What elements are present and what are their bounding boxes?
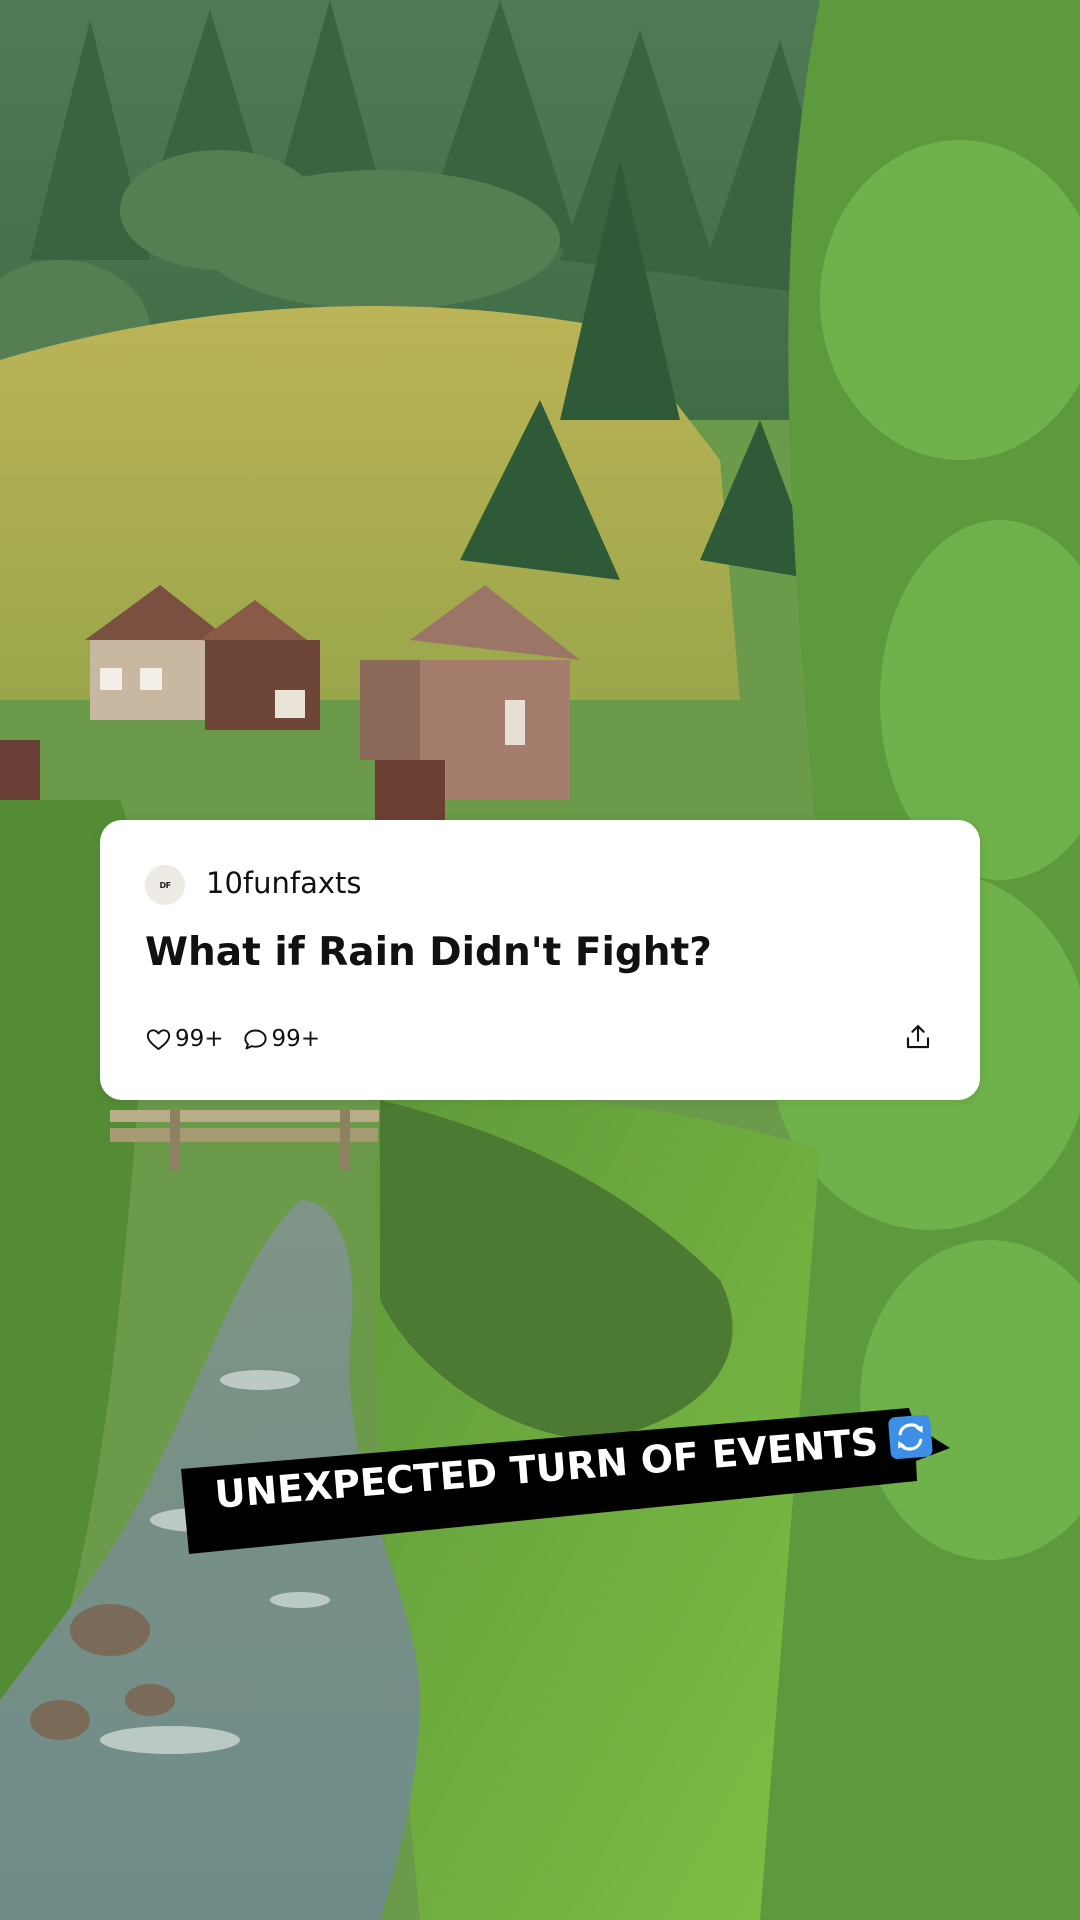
caption-banner: UNEXPECTED TURN OF EVENTS: [181, 1408, 951, 1562]
like-button[interactable]: 99+: [145, 1026, 224, 1053]
heart-icon: [146, 1028, 171, 1050]
post-card[interactable]: DF 10funfaxts What if Rain Didn't Fight?…: [100, 820, 980, 1100]
comment-button[interactable]: 99+: [242, 1026, 321, 1053]
share-button[interactable]: [903, 1022, 939, 1058]
post-title: What if Rain Didn't Fight?: [145, 930, 712, 975]
like-count: 99+: [175, 1026, 224, 1052]
share-icon: [906, 1025, 930, 1049]
username[interactable]: 10funfaxts: [206, 866, 362, 900]
avatar[interactable]: DF: [145, 865, 185, 905]
engagement-bar: 99+ 99+: [145, 1022, 338, 1056]
comment-icon: [243, 1029, 267, 1049]
comment-count: 99+: [271, 1026, 321, 1052]
video-screen[interactable]: DF 10funfaxts What if Rain Didn't Fight?…: [0, 0, 1080, 1920]
counterclockwise-arrows-icon: [888, 1414, 934, 1460]
